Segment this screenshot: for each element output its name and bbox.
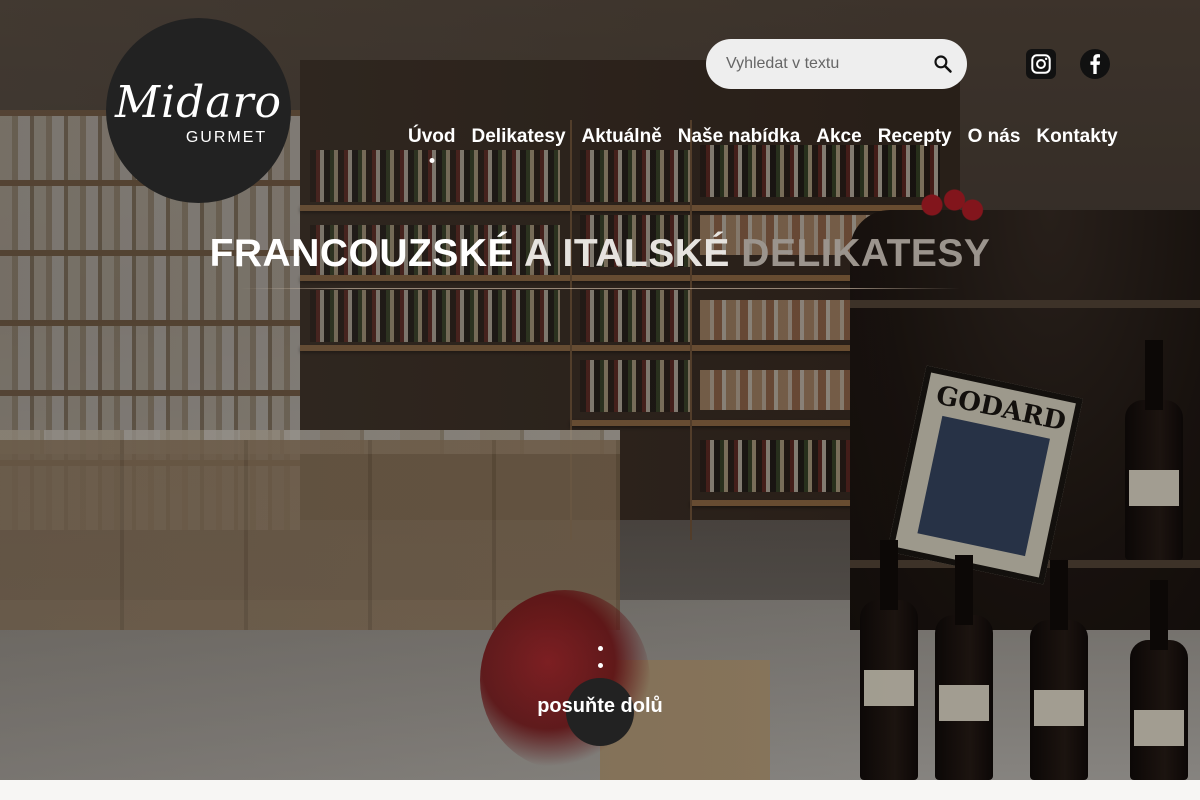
headline-part-3: DELIKATESY <box>741 232 991 275</box>
scroll-down-button[interactable]: posuňte dolů <box>0 695 1200 718</box>
instagram-icon[interactable] <box>1026 49 1056 79</box>
nav-item-aktualne[interactable]: Aktuálně <box>574 126 670 148</box>
search-icon[interactable] <box>933 52 953 76</box>
nav-item-kontakty[interactable]: Kontakty <box>1028 126 1125 148</box>
nav-item-akce[interactable]: Akce <box>808 126 869 148</box>
nav-item-recepty[interactable]: Recepty <box>870 126 960 148</box>
headline-part-2: A ITALSKÉ <box>523 232 730 275</box>
main-nav: Úvod Delikatesy Aktuálně Naše nabídka Ak… <box>400 126 1126 148</box>
nav-item-o-nas[interactable]: O nás <box>960 126 1029 148</box>
headline-part-1: FRANCOUZSKÉ <box>209 232 515 275</box>
logo-subtitle: GURMET <box>185 128 268 146</box>
page-bottom-strip <box>0 780 1200 800</box>
scroll-dot <box>598 663 603 668</box>
facebook-icon[interactable] <box>1080 49 1110 79</box>
headline-divider <box>240 288 960 289</box>
scroll-dot <box>598 646 603 651</box>
logo-wordmark: Midaro <box>114 76 283 128</box>
nav-item-nase-nabidka[interactable]: Naše nabídka <box>670 126 809 148</box>
nav-item-delikatesy[interactable]: Delikatesy <box>464 126 574 148</box>
search-input[interactable] <box>726 55 933 73</box>
site-logo[interactable]: Midaro GURMET <box>106 18 291 203</box>
search-bar <box>706 39 967 89</box>
nav-item-uvod[interactable]: Úvod <box>400 126 464 148</box>
hero-headline: FRANCOUZSKÉ A ITALSKÉ DELIKATESY <box>0 232 1200 276</box>
